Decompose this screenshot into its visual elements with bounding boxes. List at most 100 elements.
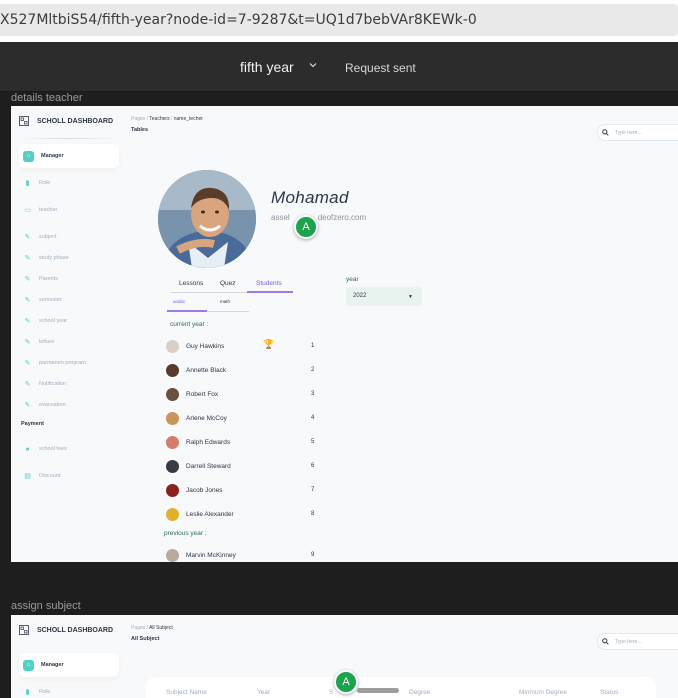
trophy-icon: 🏆	[263, 339, 275, 349]
student-name: Leslie Alexander	[186, 511, 234, 518]
sidebar-item-discount[interactable]: ▤ Discount	[19, 464, 119, 488]
breadcrumb-current: All Subject	[149, 625, 173, 631]
chart-icon: ▮	[25, 689, 30, 696]
wrench-icon: ✎	[24, 381, 31, 388]
sidebar-item-label: letture	[39, 339, 55, 345]
sidebar-item-label: parmanen program	[39, 360, 86, 366]
student-avatar	[166, 508, 179, 521]
sidebar-item-label: teacher	[39, 207, 58, 213]
column-minimum-degree: Minmum Degree	[519, 689, 568, 696]
sidebar-item-manager[interactable]: ⌂ Manager	[19, 144, 119, 168]
collaborator-avatar[interactable]: A	[294, 215, 318, 239]
student-rank: 4	[311, 415, 315, 421]
teacher-email: assel deofzero.com	[271, 213, 366, 222]
breadcrumb-current: name_techer	[173, 116, 203, 122]
year-select[interactable]: 2022 ▼	[346, 287, 422, 306]
frame-details-teacher[interactable]: SCHOLL DASHBOARD ⌂ Manager ▮ Role ▭ teacher ✎ s…	[11, 106, 678, 562]
sidebar-item-label: Manager	[41, 662, 64, 668]
dashboard-logo-icon	[19, 116, 29, 126]
wrench-icon: ✎	[24, 276, 31, 283]
email-start: assel	[271, 213, 290, 222]
list-item[interactable]: Robert Fox 3	[166, 388, 316, 408]
list-item[interactable]: Guy Hawkins 1 🏆	[166, 339, 316, 360]
list-item[interactable]: Arlene McCoy 4	[166, 412, 316, 432]
list-item[interactable]: Marvin McKinney 9	[166, 549, 316, 562]
sidebar-item-school-fees[interactable]: ● school fees	[19, 437, 119, 461]
search-icon	[602, 638, 609, 645]
collaborator-initial: A	[302, 221, 310, 233]
sidebar-item-label: Discount	[39, 473, 61, 479]
column-s: S	[329, 689, 334, 696]
sidebar-item-label: school fees	[39, 446, 67, 452]
sidebar-item-label: subject	[39, 234, 57, 240]
breadcrumb: Pages / Teachers / name_techer	[131, 116, 203, 122]
caret-down-icon: ▼	[408, 294, 413, 300]
horizontal-scrollbar[interactable]	[357, 688, 399, 693]
request-status: Request sent	[345, 61, 416, 75]
url-text[interactable]: X527MltbiS54/fifth-year?node-id=7-9287&t…	[0, 12, 477, 28]
previous-year-heading: previous year :	[164, 530, 207, 537]
list-item[interactable]: Ralph Edwards 5	[166, 436, 316, 456]
wrench-icon: ✎	[24, 360, 31, 367]
project-name[interactable]: fifth year	[240, 59, 294, 75]
student-name: Robert Fox	[186, 391, 219, 398]
breadcrumb-root[interactable]: Pages	[131, 625, 145, 631]
student-rank: 8	[311, 511, 315, 517]
student-name: Darrell Steward	[186, 463, 231, 470]
frame-label-details-teacher[interactable]: details teacher	[11, 92, 83, 104]
sidebar-item-label: evacuation	[39, 402, 66, 408]
tab-lessons[interactable]: Lessons	[179, 280, 203, 287]
sidebar-item-role[interactable]: ▮ Role	[19, 680, 119, 698]
current-year-heading: current year :	[170, 321, 209, 328]
sidebar-item-manager[interactable]: ⌂ Manager	[19, 653, 119, 677]
home-icon: ⌂	[23, 150, 34, 162]
list-item[interactable]: Annette Black 2	[166, 364, 316, 384]
sidebar-item-evacuation[interactable]: ✎ evacuation	[19, 393, 119, 417]
sidebar-item-teacher[interactable]: ▭ teacher	[19, 198, 119, 222]
list-item[interactable]: Jacob Jones 7	[166, 484, 316, 504]
search-placeholder: Type here...	[615, 638, 642, 645]
student-avatar	[166, 460, 179, 473]
table-header-card	[146, 677, 656, 698]
column-degree: Degree	[409, 689, 431, 696]
student-rank: 2	[311, 367, 315, 373]
frame-label-assign-subject[interactable]: assign subject	[11, 600, 81, 612]
brand: SCHOLL DASHBOARD	[19, 116, 113, 126]
student-rank: 6	[311, 463, 315, 469]
home-icon: ⌂	[23, 659, 34, 671]
card-icon: ▭	[24, 207, 31, 214]
year-label: year	[346, 276, 359, 283]
subtab-arabic[interactable]: arabic	[173, 299, 185, 304]
search-input[interactable]: Type here...	[597, 124, 678, 141]
sidebar-item-label: Role	[39, 180, 51, 186]
column-year: Year	[257, 689, 271, 696]
wrench-icon: ✎	[24, 318, 31, 325]
tab-quez[interactable]: Quez	[220, 280, 236, 287]
student-avatar	[166, 549, 179, 562]
brand: SCHOLL DASHBOARD	[19, 625, 113, 635]
list-item[interactable]: Darrell Steward 6	[166, 460, 316, 480]
chart-icon: ▮	[25, 180, 30, 187]
browser-chrome: X527MltbiS54/fifth-year?node-id=7-9287&t…	[0, 0, 678, 42]
student-name: Arlene McCoy	[186, 415, 227, 422]
collaborator-avatar[interactable]: A	[334, 670, 358, 694]
sidebar-item-label: semester	[39, 297, 62, 303]
breadcrumb-parent[interactable]: Teachers	[149, 116, 169, 122]
email-end: deofzero.com	[317, 213, 367, 222]
list-item[interactable]: Leslie Alexander 8	[166, 508, 316, 528]
url-bar[interactable]: X527MltbiS54/fifth-year?node-id=7-9287&t…	[0, 4, 678, 36]
chevron-down-icon[interactable]	[308, 60, 318, 70]
wrench-icon: ✎	[24, 255, 31, 262]
sidebar-item-role[interactable]: ▮ Role	[19, 171, 119, 195]
sidebar-item-label: school year	[39, 318, 68, 324]
search-placeholder: Type here...	[615, 129, 642, 136]
sidebar-item-label: Notification	[39, 381, 67, 387]
tab-active-indicator	[247, 291, 293, 293]
search-input[interactable]: Type here...	[597, 633, 678, 650]
tab-students[interactable]: Students	[256, 280, 282, 287]
subtab-math[interactable]: math	[220, 299, 230, 304]
subtab-active-indicator	[167, 310, 207, 312]
student-name: Ralph Edwards	[186, 439, 231, 446]
breadcrumb-root[interactable]: Pages	[131, 116, 145, 122]
breadcrumb: Pages / All Subject	[131, 625, 173, 631]
